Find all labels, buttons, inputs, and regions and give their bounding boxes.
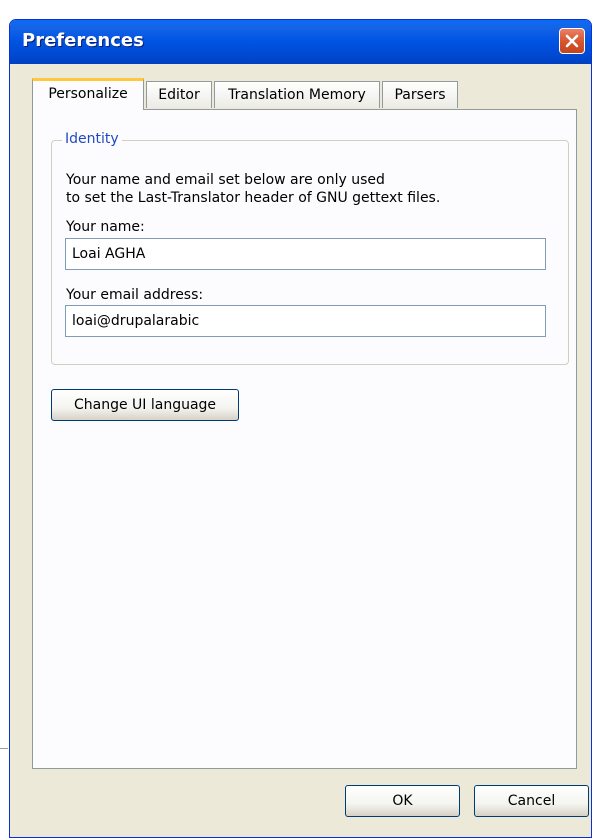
close-button[interactable] xyxy=(559,28,585,54)
tab-label: Personalize xyxy=(48,86,128,102)
name-label: Your name: xyxy=(66,219,145,235)
ok-button[interactable]: OK xyxy=(345,785,460,817)
tab-translation-memory[interactable]: Translation Memory xyxy=(214,81,380,108)
title-bar[interactable]: Preferences xyxy=(10,20,591,64)
identity-groupbox: Identity Your name and email set below a… xyxy=(51,131,569,365)
identity-description: Your name and email set below are only u… xyxy=(66,171,440,207)
email-field[interactable]: loai@drupalarabic xyxy=(65,305,546,337)
description-line: Your name and email set below are only u… xyxy=(66,172,385,188)
email-label: Your email address: xyxy=(66,287,204,303)
description-line: to set the Last-Translator header of GNU… xyxy=(66,190,441,206)
name-field[interactable]: Loai AGHA xyxy=(65,238,546,270)
preferences-dialog: Preferences Personalize Editor Translati… xyxy=(9,19,592,838)
close-icon xyxy=(565,34,579,48)
personalize-tab-panel: Identity Your name and email set below a… xyxy=(32,109,577,769)
identity-group-title: Identity xyxy=(62,131,122,147)
tab-label: Parsers xyxy=(394,87,446,103)
change-ui-language-button[interactable]: Change UI language xyxy=(51,389,239,421)
window-title: Preferences xyxy=(22,30,144,51)
tab-editor[interactable]: Editor xyxy=(146,81,212,108)
background-edge-mark xyxy=(0,748,8,749)
tab-personalize[interactable]: Personalize xyxy=(32,78,144,111)
cancel-button[interactable]: Cancel xyxy=(474,785,589,817)
tab-label: Editor xyxy=(158,87,200,103)
tab-parsers[interactable]: Parsers xyxy=(382,81,458,108)
tab-label: Translation Memory xyxy=(228,87,366,103)
